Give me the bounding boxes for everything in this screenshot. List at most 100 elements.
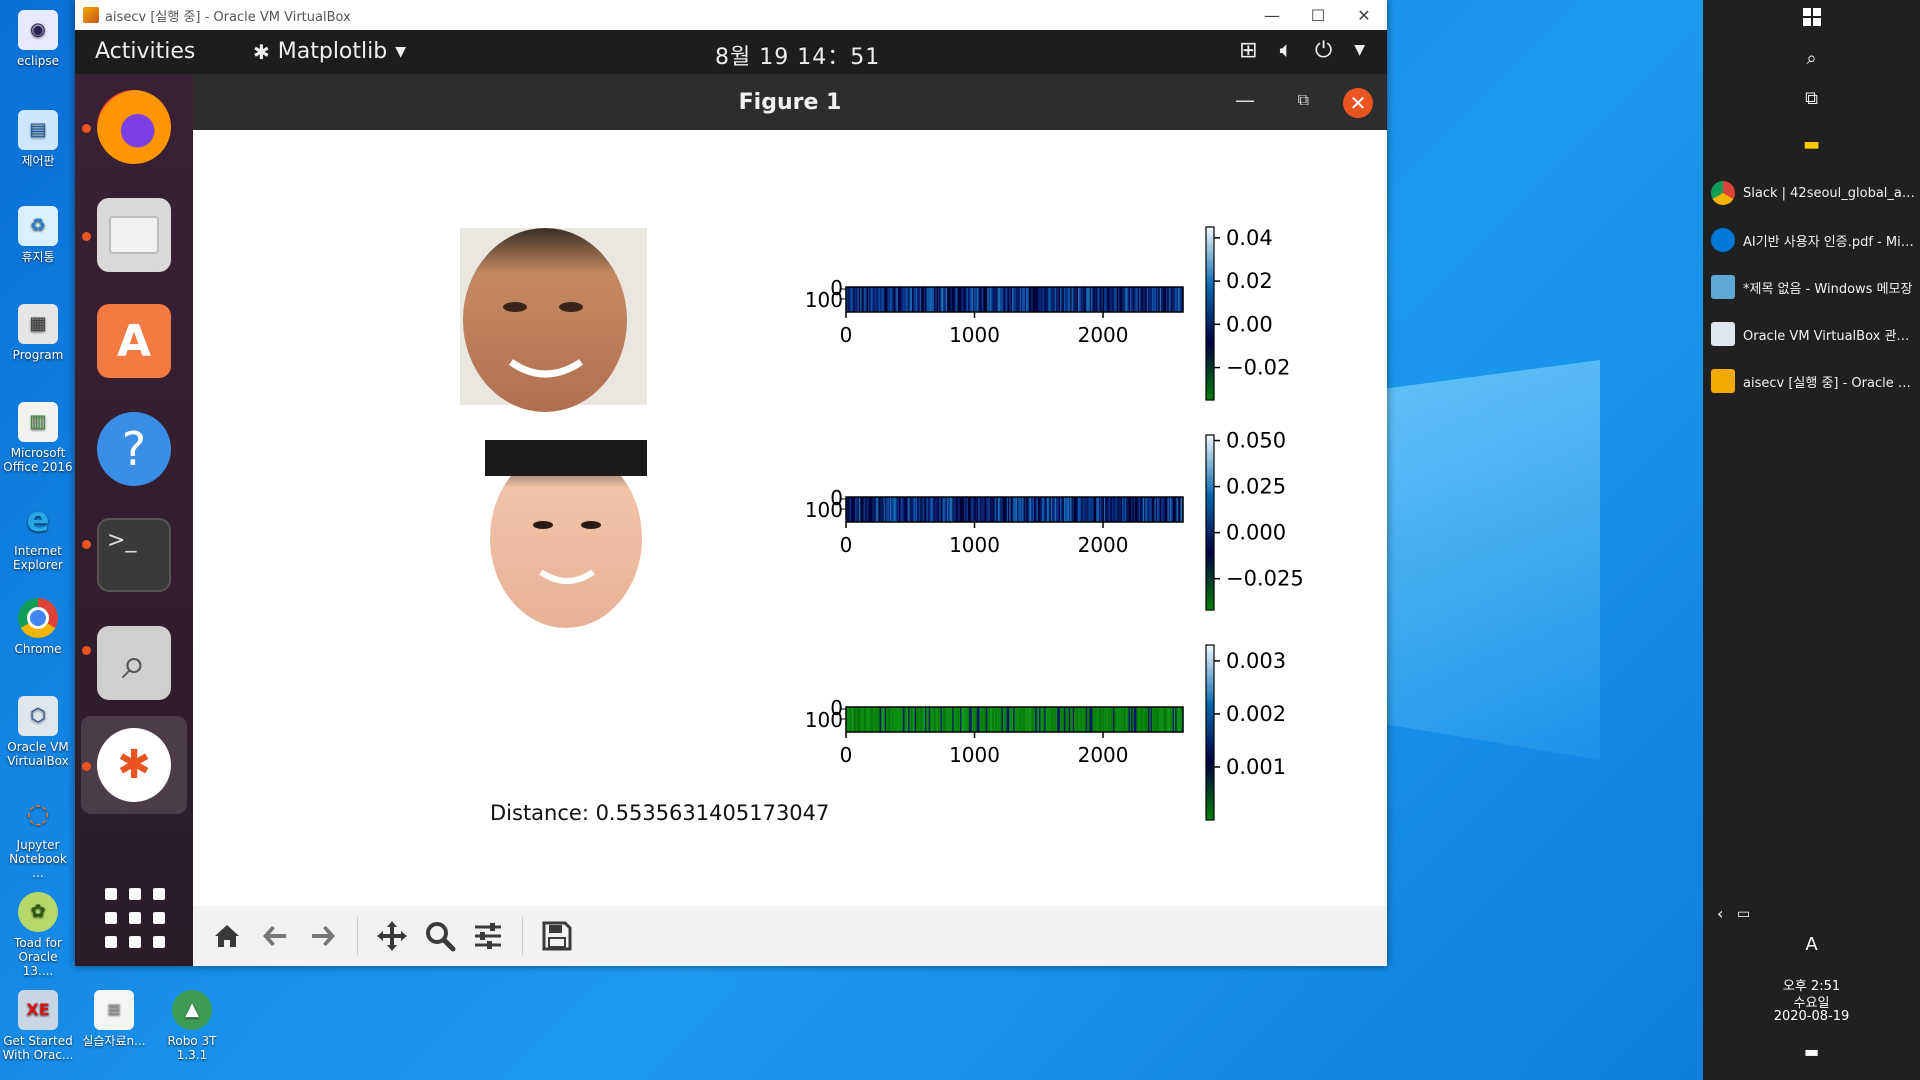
- internet-explorer-icon: e: [26, 500, 50, 540]
- robo3t-icon: ▲: [172, 990, 212, 1030]
- virtualbox-icon: ⬡: [18, 696, 58, 736]
- desktop-icon-internet-explorer[interactable]: e Internet Explorer: [2, 496, 74, 586]
- app-menu[interactable]: ✱ Matplotlib ▼: [253, 39, 406, 64]
- restore-button[interactable]: ⧉: [1298, 90, 1309, 110]
- y-tick-label: 100: [805, 498, 843, 522]
- taskbar-item-notepad[interactable]: *제목 없음 - Windows 메모장: [1711, 269, 1916, 305]
- desktop-icon-oracle-xe[interactable]: XE Get Started With Orac...: [2, 986, 74, 1076]
- virtualbox-vm-icon: [1711, 369, 1735, 393]
- minimize-button[interactable]: —: [1249, 0, 1295, 30]
- network-icon[interactable]: ▭: [1737, 906, 1750, 922]
- pan-icon[interactable]: [368, 912, 416, 960]
- close-button[interactable]: ✕: [1343, 88, 1373, 118]
- taskbar-item-label: *제목 없음 - Windows 메모장: [1743, 281, 1913, 297]
- virtualbox-title-bar[interactable]: aisecv [실행 중] - Oracle VM VirtualBox — ☐…: [75, 0, 1387, 30]
- image-viewer-icon[interactable]: ⌕: [97, 626, 171, 700]
- desktop-icon-robo3t[interactable]: ▲ Robo 3T 1.3.1: [156, 986, 228, 1076]
- task-view-icon[interactable]: ⧉: [1703, 88, 1920, 109]
- desktop-icon-label: Chrome: [14, 642, 62, 656]
- figure-title-bar[interactable]: Figure 1 — ⧉ ✕: [193, 74, 1387, 130]
- clock[interactable]: 8월 19 14：51: [715, 39, 880, 71]
- start-icon[interactable]: [1703, 8, 1920, 31]
- taskbar-item-slack[interactable]: Slack | 42seoul_global_annou...: [1711, 175, 1916, 211]
- colorbar-tick-label: 0.025: [1226, 475, 1286, 499]
- help-icon[interactable]: ?: [97, 412, 171, 486]
- desktop-icon-office[interactable]: ▥ Microsoft Office 2016: [2, 398, 74, 488]
- notepad-icon: [1711, 275, 1735, 299]
- notification-icon[interactable]: ▬: [1703, 1042, 1920, 1061]
- chrome-icon: [1711, 181, 1735, 205]
- colorbar-tick-label: 0.002: [1226, 702, 1286, 726]
- search-icon[interactable]: ⌕: [1703, 48, 1920, 69]
- colorbar-tick-label: 0.000: [1226, 521, 1286, 545]
- desktop-icon-eclipse[interactable]: ◉ eclipse: [2, 6, 74, 96]
- ime-indicator[interactable]: A: [1703, 934, 1920, 955]
- desktop-icon-program[interactable]: ▦ Program: [2, 300, 74, 390]
- desktop-icon-label: Internet Explorer: [13, 544, 63, 572]
- matplotlib-toolbar: [193, 906, 1387, 966]
- desktop-icon-virtualbox[interactable]: ⬡ Oracle VM VirtualBox: [2, 692, 74, 782]
- window-title: aisecv [실행 중] - Oracle VM VirtualBox: [105, 9, 351, 25]
- desktop-icon-toad[interactable]: ✿ Toad for Oracle 13....: [2, 888, 74, 978]
- desktop-icon-chrome[interactable]: Chrome: [2, 594, 74, 684]
- colorbar-tick-label: 0.04: [1226, 226, 1273, 250]
- matplotlib-dock-icon[interactable]: ✱: [97, 728, 171, 802]
- virtualbox-window: aisecv [실행 중] - Oracle VM VirtualBox — ☐…: [75, 0, 1387, 966]
- minimize-button[interactable]: —: [1235, 88, 1255, 112]
- desktop-icon-jupyter[interactable]: ◌ Jupyter Notebook ...: [2, 790, 74, 880]
- ubuntu-dock: A ? >_ ⌕ ✱: [75, 74, 193, 966]
- show-applications-icon[interactable]: [105, 888, 165, 948]
- save-icon[interactable]: [533, 912, 581, 960]
- maximize-button[interactable]: ☐: [1295, 0, 1341, 30]
- matplotlib-figure-window: Figure 1 — ⧉ ✕ 0 1000 2000 0 100 0.04 0.…: [193, 74, 1387, 966]
- zoom-icon[interactable]: [416, 912, 464, 960]
- edge-icon: [1711, 228, 1735, 252]
- taskbar-item-virtualbox-manager[interactable]: Oracle VM VirtualBox 관리자: [1711, 316, 1916, 352]
- system-tray[interactable]: ⊞ 🔈︎ ⏻ ▼: [1239, 38, 1365, 63]
- software-center-icon[interactable]: A: [97, 304, 171, 378]
- figure-canvas[interactable]: 0 1000 2000 0 100 0.04 0.02 0.00 −0.02 0 1000 2000 0…: [193, 130, 1387, 906]
- colorbar-tick-label: −0.025: [1226, 567, 1304, 591]
- file-explorer-icon[interactable]: ▬: [1703, 134, 1920, 155]
- home-icon[interactable]: [203, 912, 251, 960]
- desktop-icon-label: Get Started With Orac...: [2, 1034, 74, 1062]
- back-arrow-icon[interactable]: [251, 912, 299, 960]
- taskbar-item-pdf[interactable]: AI기반 사용자 인증.pdf - Mic...: [1711, 222, 1916, 258]
- colorbar-tick-label: 0.003: [1226, 649, 1286, 673]
- x-tick-label: 1000: [949, 743, 1000, 767]
- desktop-icon-label: Oracle VM VirtualBox: [7, 740, 69, 768]
- figure-title: Figure 1: [738, 90, 842, 115]
- y-tick-label: 100: [805, 288, 843, 312]
- desktop-icon-practice-file[interactable]: ≡ 실습자료n...: [78, 986, 150, 1076]
- clock-date[interactable]: 2020-08-19: [1703, 1009, 1920, 1024]
- terminal-icon[interactable]: >_: [97, 518, 171, 592]
- desktop-icon-recycle-bin[interactable]: ♻ 휴지통: [2, 202, 74, 292]
- colorbar: [1205, 226, 1215, 401]
- taskbar-item-label: Slack | 42seoul_global_annou...: [1743, 185, 1916, 201]
- desktop-icon-control-panel[interactable]: ▤ 제어판: [2, 106, 74, 196]
- desktop-icon-label: Robo 3T 1.3.1: [167, 1034, 217, 1062]
- files-icon[interactable]: [97, 198, 171, 272]
- virtualbox-icon: [1711, 322, 1735, 346]
- x-tick-label: 0: [840, 533, 853, 557]
- colorbar-tick-label: −0.02: [1226, 356, 1290, 380]
- desktop-icon-label: Microsoft Office 2016: [3, 446, 73, 474]
- jupyter-icon: ◌: [26, 799, 50, 829]
- taskbar-item-aisecv[interactable]: aisecv [실행 중] - Oracle VM ...: [1711, 363, 1916, 399]
- chevron-down-icon: ▼: [1354, 42, 1365, 58]
- configure-subplots-icon[interactable]: [464, 912, 512, 960]
- activities-button[interactable]: Activities: [95, 39, 195, 64]
- desktop-icon-label: Program: [12, 348, 64, 362]
- running-indicator: [82, 540, 91, 549]
- desktop-wallpaper-window-logo: [1360, 360, 1600, 760]
- x-tick-label: 1000: [949, 533, 1000, 557]
- taskbar-item-label: AI기반 사용자 인증.pdf - Mic...: [1743, 234, 1916, 250]
- close-button[interactable]: ✕: [1341, 0, 1387, 30]
- heatmap-subplot: 0 1000 200001000.040.020.00−0.02: [805, 226, 1290, 401]
- office-icon: ▥: [18, 402, 58, 442]
- chevron-left-icon[interactable]: ‹: [1717, 904, 1723, 923]
- x-tick-label: 2000: [1078, 743, 1129, 767]
- running-indicator: [82, 762, 91, 771]
- firefox-icon[interactable]: [97, 90, 171, 164]
- forward-arrow-icon[interactable]: [299, 912, 347, 960]
